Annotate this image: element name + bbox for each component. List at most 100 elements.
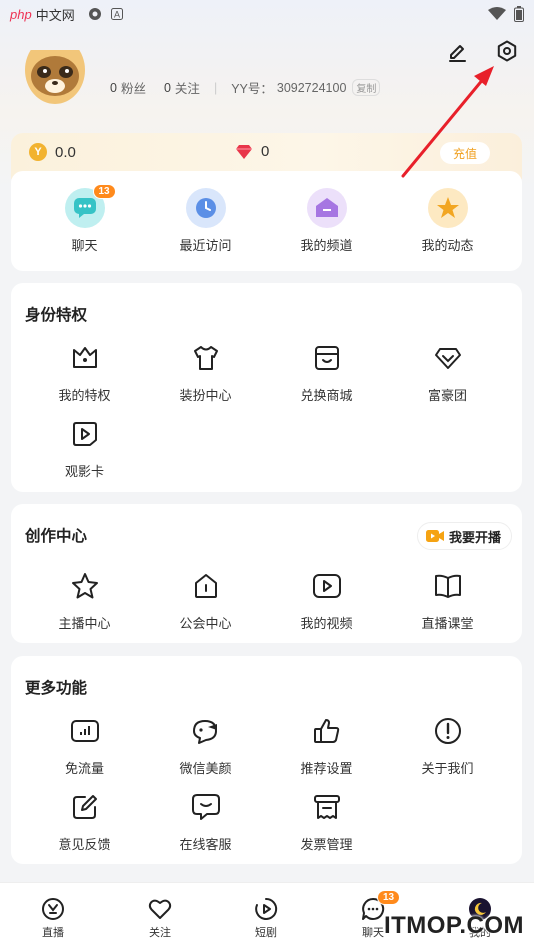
play-circle-icon [255, 897, 278, 920]
section-title: 更多功能 [25, 680, 88, 697]
privilege-item-label: 富豪团 [427, 388, 467, 403]
star-badge-icon [427, 188, 468, 228]
chat-bubble-icon: 13 [64, 184, 116, 228]
invoice-icon [313, 795, 340, 819]
store-icon [314, 346, 339, 370]
video-icon [312, 574, 341, 598]
chat-badge: 13 [92, 184, 116, 199]
more-item-label: 意见反馈 [58, 837, 111, 852]
section-title: 身份特权 [25, 307, 88, 324]
raccoon-avatar-icon [25, 50, 85, 104]
thumbs-up-icon [313, 719, 339, 743]
pencil-icon [449, 45, 466, 62]
more-item-label: 在线客服 [179, 837, 232, 852]
quick-item-label: 最近访问 [179, 238, 232, 253]
privilege-item-label: 装扮中心 [179, 388, 232, 403]
data-icon [70, 720, 99, 742]
watermark: ITMOP.COM [383, 912, 524, 939]
svg-text:A: A [114, 10, 120, 20]
quick-actions-card: 13 聊天 最近访问 我的频道 我的动态 [11, 171, 522, 271]
app-status-icon: A [110, 8, 123, 20]
privilege-item-movie-card[interactable]: 观影卡 [24, 414, 145, 480]
tab-short-drama[interactable]: 短剧 [226, 897, 306, 940]
crown-icon [72, 347, 97, 368]
wifi-icon [488, 7, 506, 20]
quick-item-recent[interactable]: 最近访问 [145, 188, 266, 254]
privilege-item-my[interactable]: 我的特权 [24, 338, 145, 404]
tab-label: 聊天 [362, 927, 384, 939]
tab-label: 直播 [42, 927, 64, 939]
creator-item-videos[interactable]: 我的视频 [266, 566, 387, 632]
info-icon [434, 718, 461, 744]
more-item-free-data[interactable]: 免流量 [24, 711, 145, 777]
tab-label: 短剧 [255, 927, 277, 939]
star-icon [71, 573, 98, 599]
go-live-button[interactable]: 我要开播 [416, 522, 512, 550]
follow-label[interactable]: 关注 [175, 78, 200, 97]
privilege-item-store[interactable]: 兑换商城 [266, 338, 387, 404]
tab-follow[interactable]: 关注 [120, 897, 200, 940]
go-live-label: 我要开播 [448, 529, 501, 545]
quick-item-moments[interactable]: 我的动态 [387, 188, 508, 254]
privilege-card: 身份特权 我的特权 装扮中心 兑换商城 富豪团 观影卡 [11, 283, 522, 492]
more-item-label: 免流量 [64, 761, 104, 776]
more-item-beauty[interactable]: 微信美颜 [145, 711, 266, 777]
quick-item-label: 聊天 [71, 238, 98, 253]
avatar[interactable] [22, 50, 88, 106]
settings-status-icon [88, 8, 101, 20]
yy-label: YY号： [231, 82, 273, 96]
privilege-item-rich[interactable]: 富豪团 [387, 338, 508, 404]
book-icon [434, 574, 461, 598]
more-item-label: 关于我们 [421, 761, 474, 776]
beauty-icon [192, 720, 217, 744]
shirt-icon [193, 346, 218, 370]
privilege-item-label: 兑换商城 [300, 388, 353, 403]
copy-id-button[interactable]: 复制 [352, 79, 381, 96]
divider: | [213, 80, 218, 95]
creator-item-label: 我的视频 [300, 616, 353, 631]
heart-icon [148, 899, 172, 919]
quick-item-label: 我的频道 [300, 238, 353, 253]
more-item-recommend[interactable]: 推荐设置 [266, 711, 387, 777]
creator-item-guild[interactable]: 公会中心 [145, 566, 266, 632]
play-card-icon [72, 422, 97, 446]
profile-stats: 0 粉丝 0 关注 | YY号： 3092724100 复制 [110, 78, 381, 97]
status-bar: php 中文网 A [0, 0, 534, 28]
chat-tab-badge: 13 [377, 890, 401, 905]
more-item-label: 推荐设置 [300, 761, 353, 776]
clock-icon [185, 188, 226, 228]
coin-balance[interactable]: Y 0.0 [29, 143, 76, 161]
creator-item-label: 直播课堂 [421, 616, 474, 631]
chat-icon [191, 794, 220, 820]
battery-icon [514, 6, 524, 22]
more-item-support[interactable]: 在线客服 [145, 787, 266, 853]
quick-item-channel[interactable]: 我的频道 [266, 188, 387, 254]
channel-icon [306, 188, 347, 228]
more-item-label: 发票管理 [300, 837, 353, 852]
tab-live[interactable]: 直播 [13, 897, 93, 940]
diamond-value: 0 [261, 143, 270, 160]
diamond-balance[interactable]: 0 [235, 143, 269, 160]
diamond-icon [236, 144, 252, 159]
tab-label: 关注 [149, 927, 171, 939]
privilege-item-label: 我的特权 [58, 388, 111, 403]
quick-item-chat[interactable]: 13 聊天 [24, 184, 145, 254]
live-tab-icon [42, 898, 64, 920]
more-features-card: 更多功能 免流量 微信美颜 推荐设置 关于我们 意见反馈 在线客服 发票管理 [11, 656, 522, 864]
more-item-feedback[interactable]: 意见反馈 [24, 787, 145, 853]
privilege-item-dress[interactable]: 装扮中心 [145, 338, 266, 404]
fans-label[interactable]: 粉丝 [121, 78, 146, 97]
coin-value: 0.0 [55, 143, 76, 161]
home-icon [194, 574, 217, 598]
edit-icon [72, 795, 97, 819]
camera-icon [425, 530, 444, 542]
more-item-invoice[interactable]: 发票管理 [266, 787, 387, 853]
recharge-button[interactable]: 充值 [440, 142, 490, 164]
more-item-about[interactable]: 关于我们 [387, 711, 508, 777]
quick-item-label: 我的动态 [421, 238, 474, 253]
creator-item-classroom[interactable]: 直播课堂 [387, 566, 508, 632]
watermark-text: 中文网 [35, 7, 75, 23]
creator-item-anchor[interactable]: 主播中心 [24, 566, 145, 632]
diamond-outline-icon [434, 348, 461, 369]
yy-id: 3092724100 [276, 80, 347, 95]
